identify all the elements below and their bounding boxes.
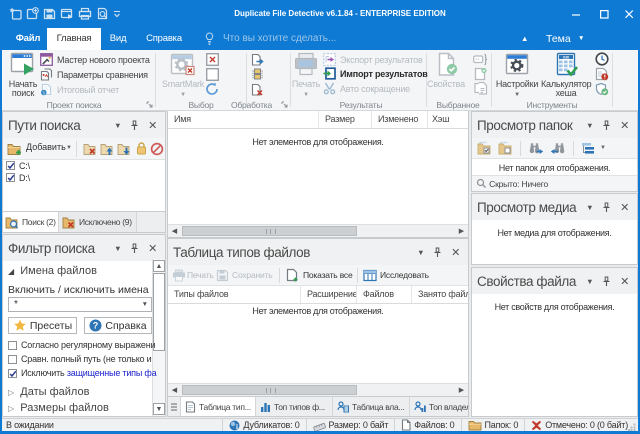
svg-text:i: i [236,423,238,431]
svg-text:0.00: 0.00 [563,55,569,59]
svg-text:?: ? [93,321,99,331]
